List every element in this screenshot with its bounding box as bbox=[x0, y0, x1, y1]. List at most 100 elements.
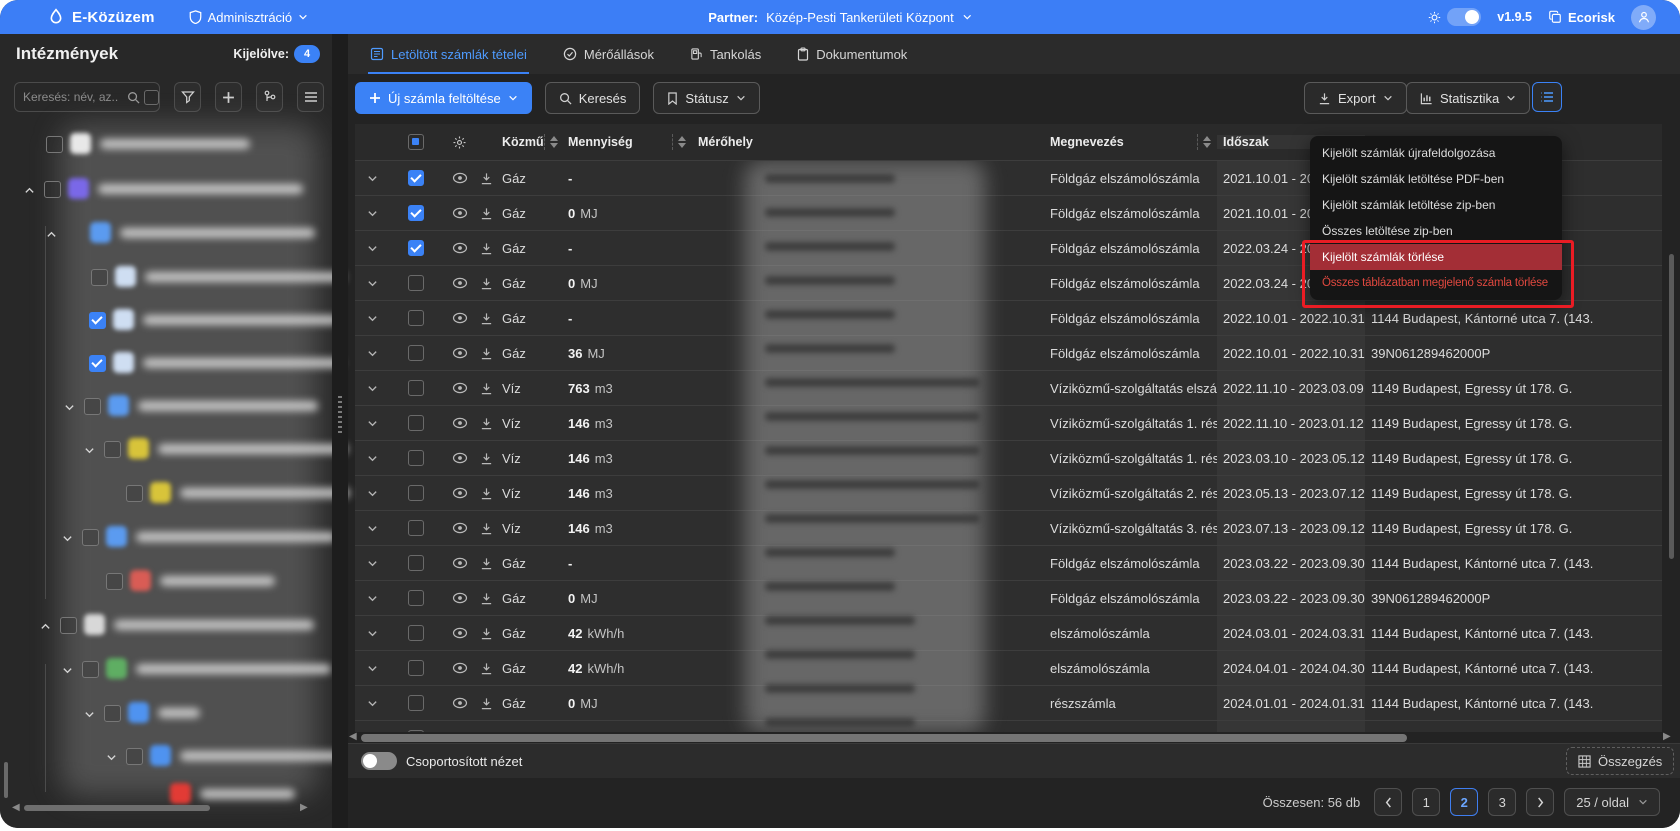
view-invoice-icon[interactable] bbox=[452, 277, 468, 289]
download-invoice-icon[interactable] bbox=[480, 557, 493, 570]
menu-item-normal[interactable]: Összes letöltése zip-ben bbox=[1310, 218, 1562, 244]
scrollbar-thumb[interactable] bbox=[24, 805, 210, 811]
filter-button[interactable] bbox=[174, 82, 201, 112]
column-header-megnevezes[interactable]: Megnevezés bbox=[1044, 134, 1217, 150]
expand-row-icon[interactable] bbox=[367, 453, 378, 464]
row-checkbox[interactable] bbox=[408, 520, 424, 536]
row-checkbox[interactable] bbox=[408, 625, 424, 641]
view-invoice-icon[interactable] bbox=[452, 172, 468, 184]
expand-row-icon[interactable] bbox=[367, 208, 378, 219]
list-view-button[interactable] bbox=[297, 82, 324, 112]
row-checkbox[interactable] bbox=[408, 380, 424, 396]
row-checkbox[interactable] bbox=[408, 485, 424, 501]
row-checkbox[interactable] bbox=[408, 275, 424, 291]
expand-row-icon[interactable] bbox=[367, 313, 378, 324]
chevron-down-icon[interactable] bbox=[84, 443, 95, 461]
summary-button[interactable]: Összegzés bbox=[1566, 747, 1674, 775]
resize-handle[interactable] bbox=[338, 396, 342, 436]
avatar[interactable] bbox=[1631, 5, 1656, 30]
view-invoice-icon[interactable] bbox=[452, 417, 468, 429]
tree-checkbox[interactable] bbox=[84, 398, 101, 415]
view-invoice-icon[interactable] bbox=[452, 662, 468, 674]
expand-row-icon[interactable] bbox=[367, 523, 378, 534]
download-invoice-icon[interactable] bbox=[480, 382, 493, 395]
menu-item-normal[interactable]: Kijelölt számlák letöltése PDF-ben bbox=[1310, 166, 1562, 192]
scroll-left-icon[interactable]: ◀ bbox=[349, 731, 357, 742]
sort-icon[interactable] bbox=[550, 136, 558, 148]
row-checkbox[interactable] bbox=[408, 450, 424, 466]
chevron-down-icon[interactable] bbox=[64, 400, 75, 418]
view-invoice-icon[interactable] bbox=[452, 242, 468, 254]
view-invoice-icon[interactable] bbox=[452, 382, 468, 394]
scrollbar-thumb[interactable] bbox=[361, 734, 1407, 742]
expand-row-icon[interactable] bbox=[367, 698, 378, 709]
download-invoice-icon[interactable] bbox=[480, 627, 493, 640]
table-horizontal-scrollbar[interactable]: ◀ ▶ bbox=[355, 733, 1662, 743]
partner-selector[interactable]: Partner: Közép-Pesti Tankerületi Központ bbox=[708, 0, 972, 34]
tree-checkbox[interactable] bbox=[89, 355, 106, 372]
chevron-down-icon[interactable] bbox=[106, 750, 117, 768]
grouped-view-toggle[interactable] bbox=[361, 752, 397, 770]
view-invoice-icon[interactable] bbox=[452, 557, 468, 569]
actions-menu-button[interactable] bbox=[1532, 82, 1562, 112]
prev-page-button[interactable] bbox=[1374, 788, 1402, 816]
sort-icon[interactable] bbox=[1203, 136, 1211, 148]
theme-toggle[interactable] bbox=[1428, 8, 1481, 26]
status-button[interactable]: Státusz bbox=[653, 82, 759, 114]
expand-row-icon[interactable] bbox=[367, 173, 378, 184]
chevron-up-icon[interactable] bbox=[46, 227, 57, 245]
tree-item[interactable] bbox=[0, 351, 332, 375]
search-button[interactable]: Keresés bbox=[545, 82, 641, 114]
chevron-up-icon[interactable] bbox=[40, 619, 51, 637]
tree-checkbox[interactable] bbox=[82, 529, 99, 546]
column-header-merohely[interactable]: Mérőhely bbox=[692, 135, 1044, 149]
view-invoice-icon[interactable] bbox=[452, 592, 468, 604]
tree-item[interactable] bbox=[0, 569, 332, 593]
tree-checkbox[interactable] bbox=[104, 441, 121, 458]
tree-checkbox[interactable] bbox=[91, 269, 108, 286]
tree-item[interactable] bbox=[0, 177, 332, 201]
chevron-down-icon[interactable] bbox=[62, 531, 73, 549]
sort-icon[interactable] bbox=[678, 136, 686, 148]
download-invoice-icon[interactable] bbox=[480, 207, 493, 220]
tab-meroallasok[interactable]: Mérőállások bbox=[563, 34, 654, 74]
download-invoice-icon[interactable] bbox=[480, 732, 493, 733]
menu-item-normal[interactable]: Kijelölt számlák letöltése zip-ben bbox=[1310, 192, 1562, 218]
theme-toggle-track[interactable] bbox=[1447, 8, 1481, 26]
tree-item[interactable] bbox=[0, 221, 332, 245]
expand-row-icon[interactable] bbox=[367, 628, 378, 639]
download-invoice-icon[interactable] bbox=[480, 697, 493, 710]
view-invoice-icon[interactable] bbox=[452, 487, 468, 499]
tree-checkbox[interactable] bbox=[82, 661, 99, 678]
scroll-right-icon[interactable]: ▶ bbox=[1663, 731, 1671, 742]
download-invoice-icon[interactable] bbox=[480, 417, 493, 430]
row-checkbox[interactable] bbox=[408, 310, 424, 326]
admin-menu[interactable]: Adminisztráció bbox=[189, 10, 309, 25]
table-vertical-scrollbar[interactable] bbox=[1669, 254, 1674, 559]
tree-item[interactable] bbox=[0, 265, 332, 289]
download-invoice-icon[interactable] bbox=[480, 522, 493, 535]
menu-item-danger-text[interactable]: Összes táblázatban megjelenő számla törl… bbox=[1310, 270, 1562, 296]
download-invoice-icon[interactable] bbox=[480, 452, 493, 465]
expand-row-icon[interactable] bbox=[367, 663, 378, 674]
page-button-3[interactable]: 3 bbox=[1488, 788, 1516, 816]
page-button-1[interactable]: 1 bbox=[1412, 788, 1440, 816]
tree-checkbox[interactable] bbox=[126, 485, 143, 502]
expand-row-icon[interactable] bbox=[367, 593, 378, 604]
expand-row-icon[interactable] bbox=[367, 488, 378, 499]
add-button[interactable] bbox=[215, 82, 242, 112]
tree-item[interactable] bbox=[0, 481, 332, 505]
select-all-checkbox[interactable] bbox=[408, 134, 424, 150]
tree-item[interactable] bbox=[0, 657, 332, 681]
tree-checkbox[interactable] bbox=[89, 312, 106, 329]
tree-item[interactable] bbox=[0, 744, 332, 768]
tree-checkbox[interactable] bbox=[60, 617, 77, 634]
expand-row-icon[interactable] bbox=[367, 383, 378, 394]
tab-dokumentumok[interactable]: Dokumentumok bbox=[797, 34, 907, 74]
download-invoice-icon[interactable] bbox=[480, 347, 493, 360]
download-invoice-icon[interactable] bbox=[480, 592, 493, 605]
tree-item[interactable] bbox=[0, 394, 332, 418]
statistics-button[interactable]: Statisztika bbox=[1406, 82, 1530, 114]
scroll-right-icon[interactable]: ▶ bbox=[300, 802, 308, 813]
gear-icon[interactable] bbox=[452, 135, 467, 150]
